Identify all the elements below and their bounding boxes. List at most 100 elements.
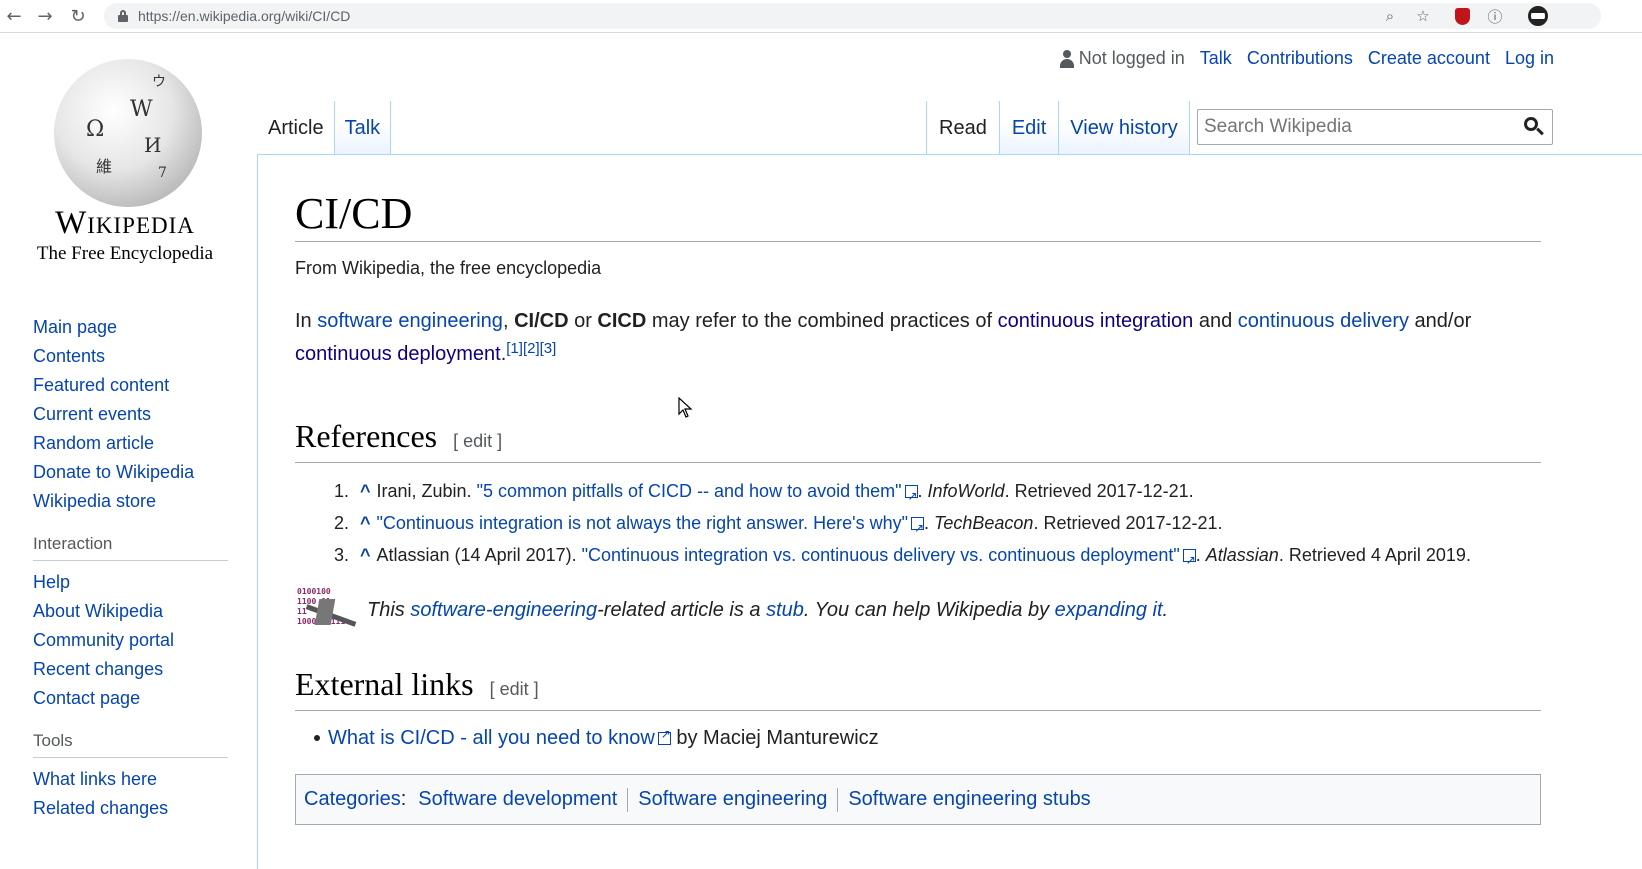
reference-link[interactable]: "Continuous integration vs. continuous d… — [582, 545, 1180, 565]
citation-3[interactable]: [3] — [540, 340, 557, 357]
ublock-icon[interactable] — [1452, 6, 1472, 26]
log-in-link[interactable]: Log in — [1505, 48, 1554, 69]
personal-tools: Not logged in Talk Contributions Create … — [1059, 48, 1554, 69]
backlink-caret[interactable]: ^ — [360, 513, 371, 533]
not-logged-in-text: Not logged in — [1078, 48, 1185, 68]
reference-retrieved: . Retrieved 2017-12-21. — [1033, 513, 1223, 533]
tab-read[interactable]: Read — [926, 101, 999, 155]
sidebar-item-current-events[interactable]: Current events — [33, 400, 233, 429]
reference-item: 2. ^ "Continuous integration is not always… — [334, 507, 1541, 544]
namespace-tabs: Article Talk — [258, 101, 392, 155]
logo-wordmark: Wikipedia — [55, 205, 195, 241]
categories-label[interactable]: Categories — [304, 788, 401, 811]
reference-number: 2. — [334, 513, 350, 533]
references-list: 1. ^ Irani, Zubin. "5 common pitfalls of C… — [295, 475, 1541, 576]
tab-article[interactable]: Article — [258, 101, 334, 155]
reload-icon[interactable]: ↻ — [66, 4, 90, 28]
reference-link[interactable]: "5 common pitfalls of CICD -- and how to… — [477, 481, 902, 501]
url-text[interactable]: https://en.wikipedia.org/wiki/CI/CD — [138, 8, 350, 24]
view-tabs: Read Edit View history — [926, 101, 1190, 155]
category-software-engineering-stubs[interactable]: Software engineering stubs — [848, 788, 1090, 811]
lead-text: , — [502, 310, 515, 332]
reference-work: InfoWorld — [927, 481, 1005, 501]
external-link-icon — [904, 480, 918, 512]
citation-2[interactable]: [2] — [523, 340, 540, 357]
link-continuous-deployment[interactable]: continuous deployment — [295, 343, 501, 365]
sidebar-item-random-article[interactable]: Random article — [33, 429, 233, 458]
link-continuous-delivery[interactable]: continuous delivery — [1238, 310, 1409, 332]
sidebar-item-recent-changes[interactable]: Recent changes — [33, 655, 233, 684]
reference-sep: . — [1195, 545, 1206, 565]
link-continuous-integration[interactable]: continuous integration — [998, 310, 1194, 332]
lock-icon — [118, 10, 128, 22]
citation-1[interactable]: [1] — [506, 340, 523, 357]
tools-heading: Tools — [33, 731, 228, 758]
content-area: CI/CD From Wikipedia, the free encyclope… — [257, 154, 1642, 869]
sidebar-item-related-changes[interactable]: Related changes — [33, 794, 233, 823]
category-links: Categories: Software development Softwar… — [295, 774, 1541, 825]
user-icon — [1059, 49, 1075, 68]
user-talk-link[interactable]: Talk — [1200, 48, 1232, 69]
external-link-author: by Maciej Manturewicz — [670, 727, 879, 749]
sidebar-item-contact-page[interactable]: Contact page — [33, 684, 233, 713]
stub-link-expanding[interactable]: expanding it — [1055, 599, 1163, 621]
stub-text: . You can help Wikipedia by — [803, 598, 1055, 621]
interaction-heading: Interaction — [33, 534, 228, 561]
external-link-icon — [911, 512, 924, 544]
extension-info-icon[interactable]: ⓘ — [1485, 6, 1505, 26]
backlink-caret[interactable]: ^ — [360, 545, 371, 565]
sidebar-item-donate[interactable]: Donate to Wikipedia — [33, 458, 233, 487]
external-links-heading-text: External links — [295, 666, 474, 702]
sidebar-item-about[interactable]: About Wikipedia — [33, 597, 233, 626]
references-heading: References [ edit ] — [295, 417, 1541, 463]
globe-icon: W Ω И 維 ウ 7 — [54, 59, 202, 207]
tab-talk[interactable]: Talk — [333, 101, 392, 155]
create-account-link[interactable]: Create account — [1368, 48, 1490, 69]
search-icon[interactable] — [1524, 117, 1544, 137]
zoom-icon[interactable]: ⌕ — [1380, 6, 1400, 26]
sidebar-item-help[interactable]: Help — [33, 568, 233, 597]
bookmark-star-icon[interactable]: ☆ — [1413, 6, 1433, 26]
sidebar-tools: What links here Related changes — [33, 765, 233, 823]
stub-link-software-engineering[interactable]: software-engineering — [410, 599, 597, 621]
stub-text: This — [367, 598, 411, 621]
browser-toolbar: ← → ↻ https://en.wikipedia.org/wiki/CI/C… — [0, 0, 1642, 33]
profile-menu-icon[interactable] — [1528, 6, 1548, 26]
reference-work: Atlassian — [1205, 545, 1279, 565]
backlink-caret[interactable]: ^ — [360, 481, 371, 501]
stub-link-stub[interactable]: stub — [766, 599, 804, 621]
reference-sep: . — [924, 513, 935, 533]
edit-references-link[interactable]: [ edit ] — [453, 431, 502, 451]
contributions-link[interactable]: Contributions — [1247, 48, 1353, 69]
reference-retrieved: . Retrieved 2017-12-21. — [1004, 481, 1194, 501]
tab-view-history[interactable]: View history — [1058, 101, 1190, 155]
bold-cicd: CICD — [597, 310, 647, 332]
link-software-engineering[interactable]: software engineering — [317, 310, 503, 332]
lead-paragraph: In software engineering, CI/CD or CICD m… — [295, 305, 1541, 371]
wikipedia-logo[interactable]: W Ω И 維 ウ 7 Wikipedia The Free Encyclope… — [30, 55, 220, 270]
search-input[interactable] — [1198, 112, 1518, 142]
sidebar-item-main-page[interactable]: Main page — [33, 313, 233, 342]
sidebar-item-what-links-here[interactable]: What links here — [33, 765, 233, 794]
back-arrow-icon[interactable]: ← — [2, 4, 26, 28]
category-software-development[interactable]: Software development — [418, 788, 617, 811]
edit-external-links-link[interactable]: [ edit ] — [490, 679, 539, 699]
category-software-engineering[interactable]: Software engineering — [638, 788, 827, 811]
address-bar[interactable]: https://en.wikipedia.org/wiki/CI/CD — [104, 3, 1601, 29]
sidebar-item-contents[interactable]: Contents — [33, 342, 233, 371]
reference-work: TechBeacon — [934, 513, 1034, 533]
lead-text: and — [1193, 310, 1238, 332]
site-subtitle: From Wikipedia, the free encyclopedia — [295, 258, 602, 278]
tab-edit[interactable]: Edit — [998, 101, 1059, 155]
external-links-heading: External links [ edit ] — [295, 665, 1541, 711]
sidebar-item-store[interactable]: Wikipedia store — [33, 487, 233, 516]
external-link-cicd[interactable]: What is CI/CD - all you need to know — [328, 727, 655, 749]
forward-arrow-icon[interactable]: → — [33, 4, 57, 28]
sidebar-interaction: Help About Wikipedia Community portal Re… — [33, 568, 233, 713]
sidebar-item-community-portal[interactable]: Community portal — [33, 626, 233, 655]
external-link-icon — [657, 727, 671, 745]
sidebar-item-featured-content[interactable]: Featured content — [33, 371, 233, 400]
reference-link[interactable]: "Continuous integration is not always th… — [377, 513, 908, 533]
category-separator — [627, 787, 629, 812]
reference-number: 3. — [334, 545, 350, 565]
